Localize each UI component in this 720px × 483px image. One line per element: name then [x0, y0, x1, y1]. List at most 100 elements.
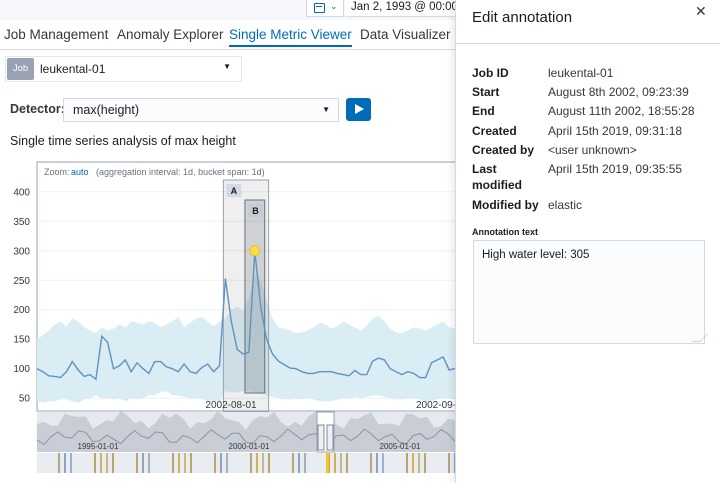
detail-value-created-by: <user unknown>: [548, 143, 637, 157]
chart-title: Single time series analysis of max heigh…: [10, 134, 236, 148]
y-tick-label: 100: [13, 364, 30, 375]
refresh-play-button[interactable]: [346, 98, 371, 121]
swimlane-cell: [58, 453, 60, 473]
tab-job-management[interactable]: Job Management: [4, 27, 108, 42]
detail-value-created: April 15th 2019, 09:31:18: [548, 124, 683, 138]
tabs-divider: [0, 49, 455, 50]
x-tick-label: 2002-09-: [416, 400, 455, 411]
detail-value-job-id: leukental-01: [548, 66, 614, 80]
swimlane-cell: [142, 453, 144, 473]
detail-term-start: Start: [472, 85, 500, 99]
swimlane-cell: [346, 453, 348, 473]
annotation-b-label: B: [252, 206, 259, 216]
flyout-title: Edit annotation: [472, 9, 573, 26]
date-start-display[interactable]: Jan 2, 1993 @ 00:00:00: [345, 0, 455, 17]
calendar-icon: [314, 3, 325, 13]
context-tick-label: 2000-01-01: [229, 442, 270, 451]
detail-term-last-modified: Last modified: [472, 162, 522, 192]
brush-handle-right[interactable]: [326, 424, 334, 451]
detector-value: max(height): [73, 103, 139, 117]
highlighted-point[interactable]: [249, 245, 261, 257]
context-tick-label: 1995-01-01: [78, 442, 119, 451]
detail-term-end: End: [472, 104, 495, 118]
swimlane-cell: [214, 453, 216, 473]
y-tick-label: 50: [19, 394, 31, 405]
tab-data-visualizer[interactable]: Data Visualizer: [360, 27, 451, 42]
job-badge: Job: [7, 58, 34, 80]
swimlane-cell: [298, 453, 300, 473]
y-tick-label: 350: [13, 217, 30, 228]
swimlane-cell: [94, 453, 96, 473]
aggregation-note: (aggregation interval: 1d, bucket span: …: [96, 167, 265, 177]
detail-value-last-modified: April 15th 2019, 09:35:55: [548, 162, 683, 176]
job-name: leukental-01: [40, 62, 106, 76]
edit-annotation-flyout: Edit annotation ✕ Job ID leukental-01 St…: [455, 0, 720, 483]
swimlane-cell: [136, 453, 138, 473]
swimlane-cell: [304, 453, 306, 473]
swimlane-cell: [190, 453, 192, 473]
swimlane-cell: [424, 453, 426, 473]
date-quick-select-button[interactable]: ⌄: [306, 0, 344, 17]
swimlane-highlight: [326, 453, 329, 473]
swimlane-cell: [172, 453, 174, 473]
chevron-down-icon: ⌄: [330, 1, 338, 11]
swimlane-cell: [334, 453, 336, 473]
annotation-a-label: A: [231, 186, 238, 196]
detail-term-modified-by: Modified by: [472, 198, 539, 212]
tab-single-metric-viewer[interactable]: Single Metric Viewer: [229, 27, 352, 47]
anomaly-swimlane: [37, 453, 455, 473]
swimlane-cell: [220, 453, 222, 473]
swimlane-cell: [376, 453, 378, 473]
flyout-divider: [456, 43, 720, 44]
y-tick-label: 250: [13, 276, 30, 287]
detail-value-end: August 11th 2002, 18:55:28: [548, 104, 695, 118]
job-selector[interactable]: Job leukental-01 ▼: [5, 56, 242, 82]
swimlane-cell: [412, 453, 414, 473]
close-icon[interactable]: ✕: [695, 3, 707, 20]
zoom-auto-link[interactable]: auto: [71, 167, 89, 177]
annotation-textarea[interactable]: [473, 240, 705, 344]
detail-term-created-by: Created by: [472, 143, 535, 157]
annotation-text-label: Annotation text: [472, 227, 538, 237]
tab-anomaly-explorer[interactable]: Anomaly Explorer: [117, 27, 224, 42]
swimlane-cell: [64, 453, 66, 473]
swimlane-cell: [382, 453, 384, 473]
y-tick-label: 300: [13, 246, 30, 257]
swimlane-cell: [70, 453, 72, 473]
detail-term-created: Created: [472, 124, 517, 138]
swimlane-cell: [262, 453, 264, 473]
swimlane-cell: [406, 453, 408, 473]
annotation-b-region[interactable]: [244, 199, 266, 394]
zoom-label: Zoom:: [44, 167, 70, 177]
swimlane-cell: [418, 453, 420, 473]
swimlane-cell: [100, 453, 102, 473]
swimlane-cell: [448, 453, 450, 473]
swimlane-cell: [106, 453, 108, 473]
swimlane-cell: [112, 453, 114, 473]
single-metric-chart[interactable]: Zoom: auto (aggregation interval: 1d, buck…: [0, 160, 455, 483]
swimlane-cell: [256, 453, 258, 473]
detail-value-start: August 8th 2002, 09:23:39: [548, 85, 689, 99]
swimlane-cell: [184, 453, 186, 473]
detail-term-job-id: Job ID: [472, 66, 509, 80]
caret-down-icon: ▼: [223, 62, 231, 71]
context-tick-label: 2005-01-01: [380, 442, 421, 451]
swimlane-cell: [340, 453, 342, 473]
y-tick-label: 150: [13, 335, 30, 346]
swimlane-cell: [292, 453, 294, 473]
swimlane-cell: [226, 453, 228, 473]
swimlane-cell: [148, 453, 150, 473]
detector-label: Detector:: [10, 102, 65, 116]
x-tick-label: 2002-08-01: [205, 400, 257, 411]
swimlane-cell: [268, 453, 270, 473]
y-tick-label: 400: [13, 187, 30, 198]
detector-select[interactable]: max(height) ▼: [63, 98, 339, 122]
ml-nav-tabs: Job Management Anomaly Explorer Single M…: [0, 24, 455, 50]
swimlane-cell: [178, 453, 180, 473]
detail-value-modified-by: elastic: [548, 198, 583, 212]
y-tick-label: 200: [13, 305, 30, 316]
swimlane-cell: [250, 453, 252, 473]
swimlane-cell: [370, 453, 372, 473]
brush-handle-left[interactable]: [317, 424, 325, 451]
caret-down-icon: ▼: [322, 105, 330, 114]
